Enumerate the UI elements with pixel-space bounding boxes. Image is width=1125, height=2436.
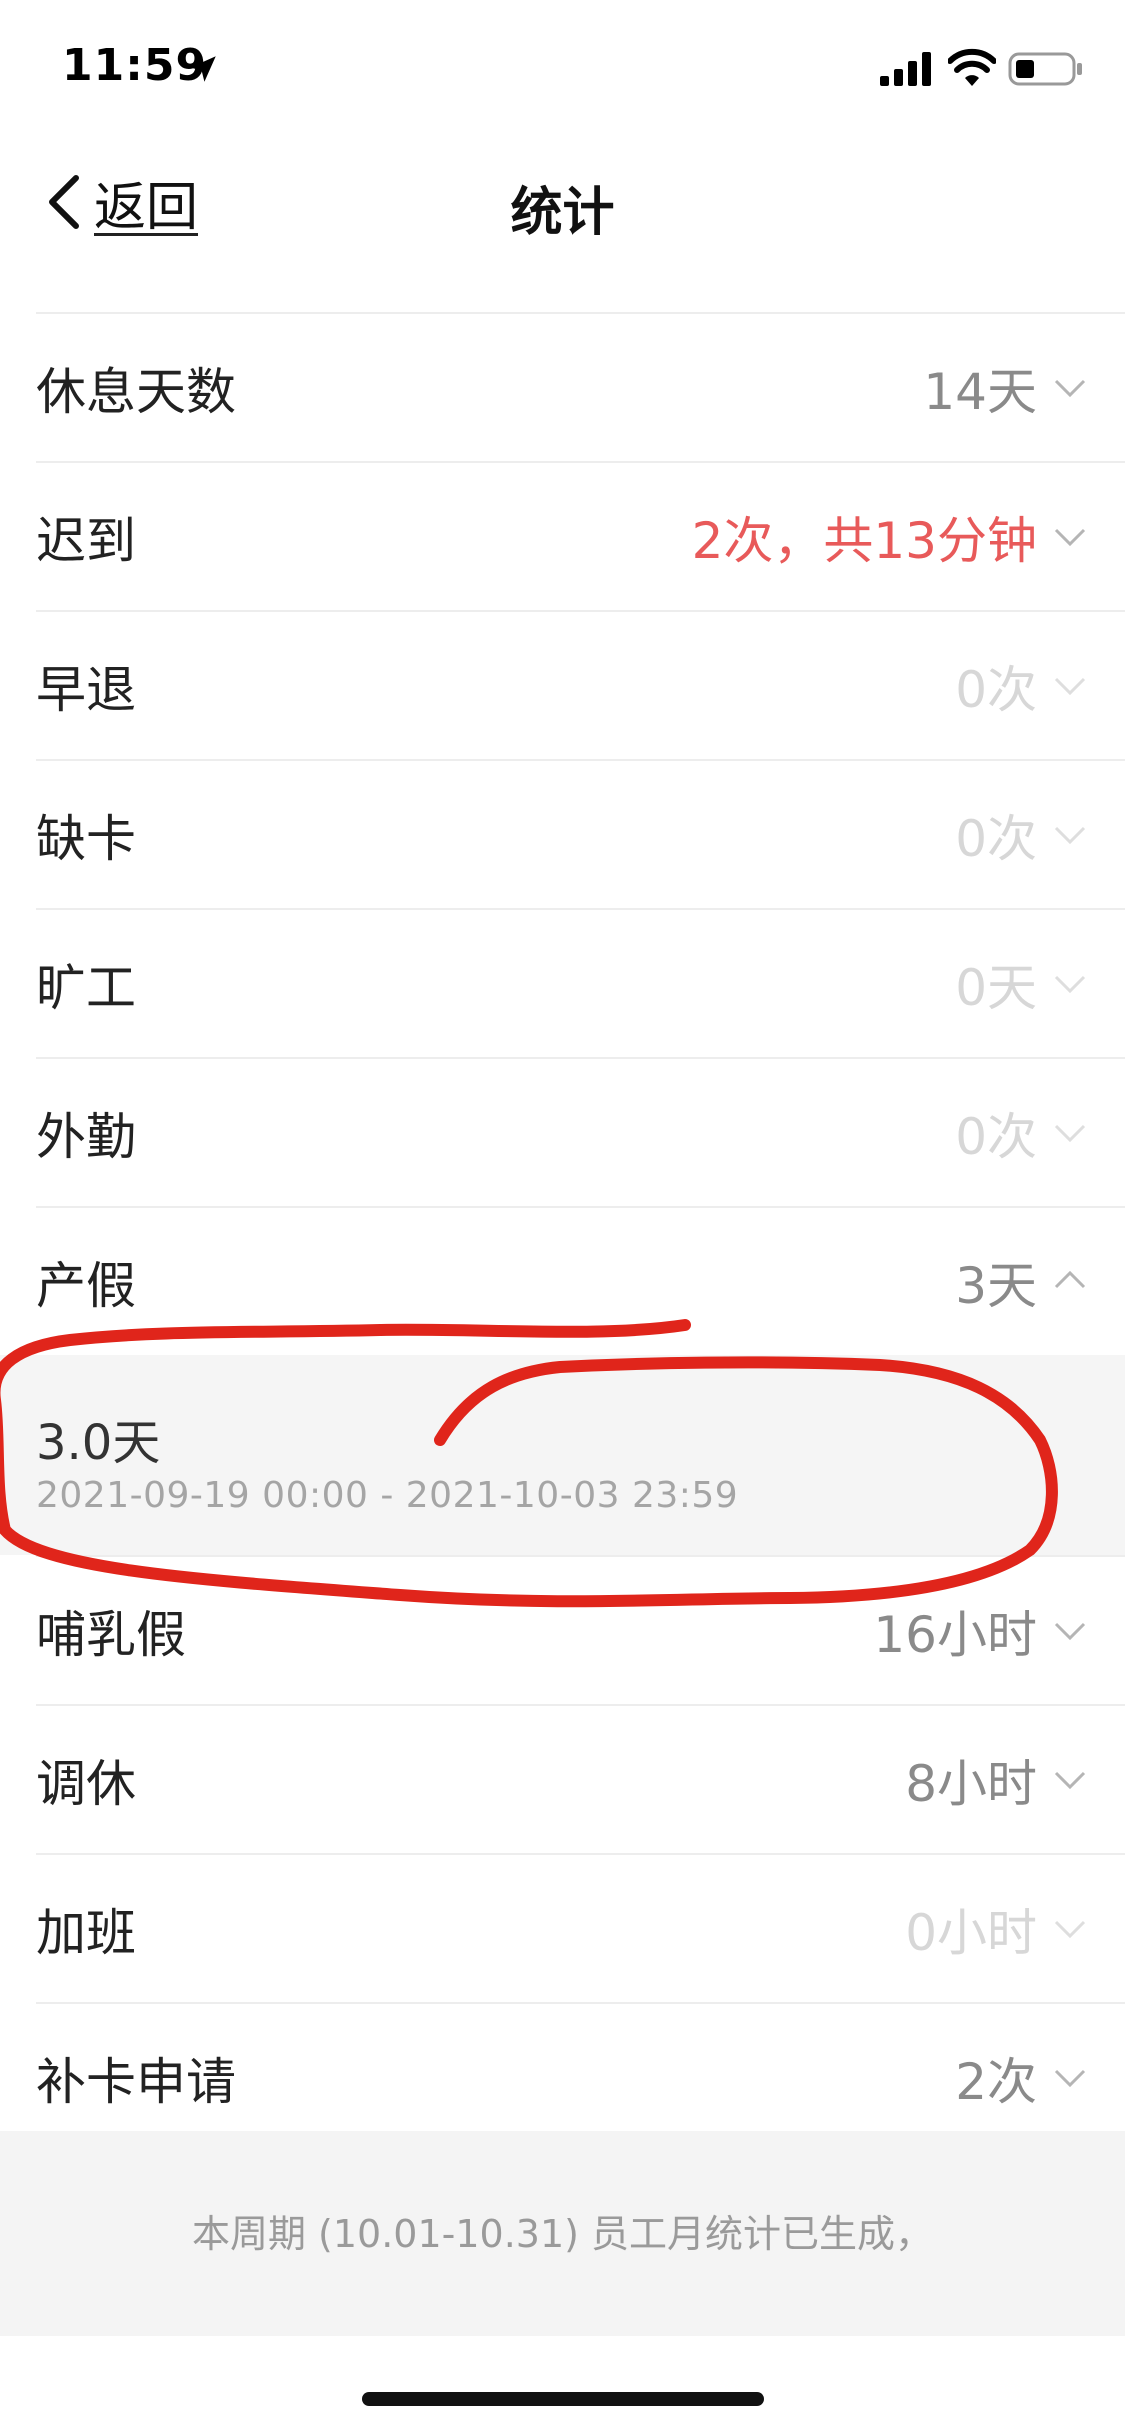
row-rest-days[interactable]: 休息天数 14天: [36, 312, 1125, 461]
screen: 11:59 返回 统计 休息天数 14天 迟到 2次，共13分钟 早退 0次 缺…: [0, 0, 1125, 2436]
chevron-down-icon: [1054, 379, 1086, 398]
chevron-down-icon: [1054, 677, 1086, 696]
row-label: 哺乳假: [36, 1605, 186, 1664]
row-label: 产假: [36, 1256, 136, 1315]
row-late[interactable]: 迟到 2次，共13分钟: [36, 461, 1125, 610]
row-label: 早退: [36, 660, 136, 719]
row-label: 迟到: [36, 511, 136, 570]
row-label: 缺卡: [36, 809, 136, 868]
row-punch-correction[interactable]: 补卡申请 2次: [36, 2002, 1125, 2151]
chevron-down-icon: [1054, 1124, 1086, 1143]
chevron-down-icon: [1054, 1920, 1086, 1939]
row-value: 2次: [955, 2052, 1037, 2111]
chevron-down-icon: [1054, 528, 1086, 547]
row-label: 休息天数: [36, 362, 236, 421]
stats-list: 休息天数 14天 迟到 2次，共13分钟 早退 0次 缺卡 0次 旷工 0天 外…: [0, 312, 1125, 2151]
footer: 本周期 (10.01-10.31) 员工月统计已生成，: [0, 2131, 1125, 2336]
row-field-work[interactable]: 外勤 0次: [36, 1057, 1125, 1206]
row-label: 外勤: [36, 1107, 136, 1166]
chevron-down-icon: [1054, 2069, 1086, 2088]
row-label: 调休: [36, 1754, 136, 1813]
home-indicator: [362, 2392, 764, 2406]
footer-note: 本周期 (10.01-10.31) 员工月统计已生成，: [191, 2212, 934, 2256]
detail-amount: 3.0天: [36, 1415, 161, 1471]
location-arrow-icon: [190, 56, 216, 82]
battery-icon: [1008, 52, 1082, 86]
row-value: 0次: [955, 660, 1037, 719]
row-absent[interactable]: 旷工 0天: [36, 908, 1125, 1057]
chevron-up-icon: [1054, 1270, 1086, 1289]
row-value: 0次: [955, 809, 1037, 868]
row-nursing-leave[interactable]: 哺乳假 16小时: [36, 1555, 1125, 1704]
status-bar: 11:59: [0, 0, 1125, 132]
row-value: 3天: [955, 1256, 1037, 1315]
row-compensatory-leave[interactable]: 调休 8小时: [36, 1704, 1125, 1853]
chevron-down-icon: [1054, 975, 1086, 994]
chevron-down-icon: [1054, 1771, 1086, 1790]
detail-date-range: 2021-09-19 00:00 - 2021-10-03 23:59: [36, 1475, 739, 1516]
nav-bar: 返回 统计: [0, 132, 1125, 272]
row-value: 0次: [955, 1107, 1037, 1166]
row-value: 16小时: [873, 1605, 1037, 1664]
row-value: 0天: [955, 958, 1037, 1017]
row-label: 加班: [36, 1903, 136, 1962]
chevron-down-icon: [1054, 826, 1086, 845]
row-value: 8小时: [905, 1754, 1037, 1813]
page-title: 统计: [510, 183, 615, 243]
chevron-down-icon: [1054, 1622, 1086, 1641]
row-value: 14天: [923, 362, 1037, 421]
row-maternity-leave[interactable]: 产假 3天: [36, 1206, 1125, 1355]
row-label: 旷工: [36, 958, 136, 1017]
cellular-signal-icon: [880, 52, 931, 86]
row-value: 2次，共13分钟: [691, 511, 1037, 570]
row-overtime[interactable]: 加班 0小时: [36, 1853, 1125, 2002]
wifi-icon: [948, 48, 996, 86]
row-value: 0小时: [905, 1903, 1037, 1962]
row-label: 补卡申请: [36, 2052, 236, 2111]
row-early-leave[interactable]: 早退 0次: [36, 610, 1125, 759]
row-missed-punch[interactable]: 缺卡 0次: [36, 759, 1125, 908]
maternity-detail: 3.0天 2021-09-19 00:00 - 2021-10-03 23:59: [0, 1355, 1125, 1555]
